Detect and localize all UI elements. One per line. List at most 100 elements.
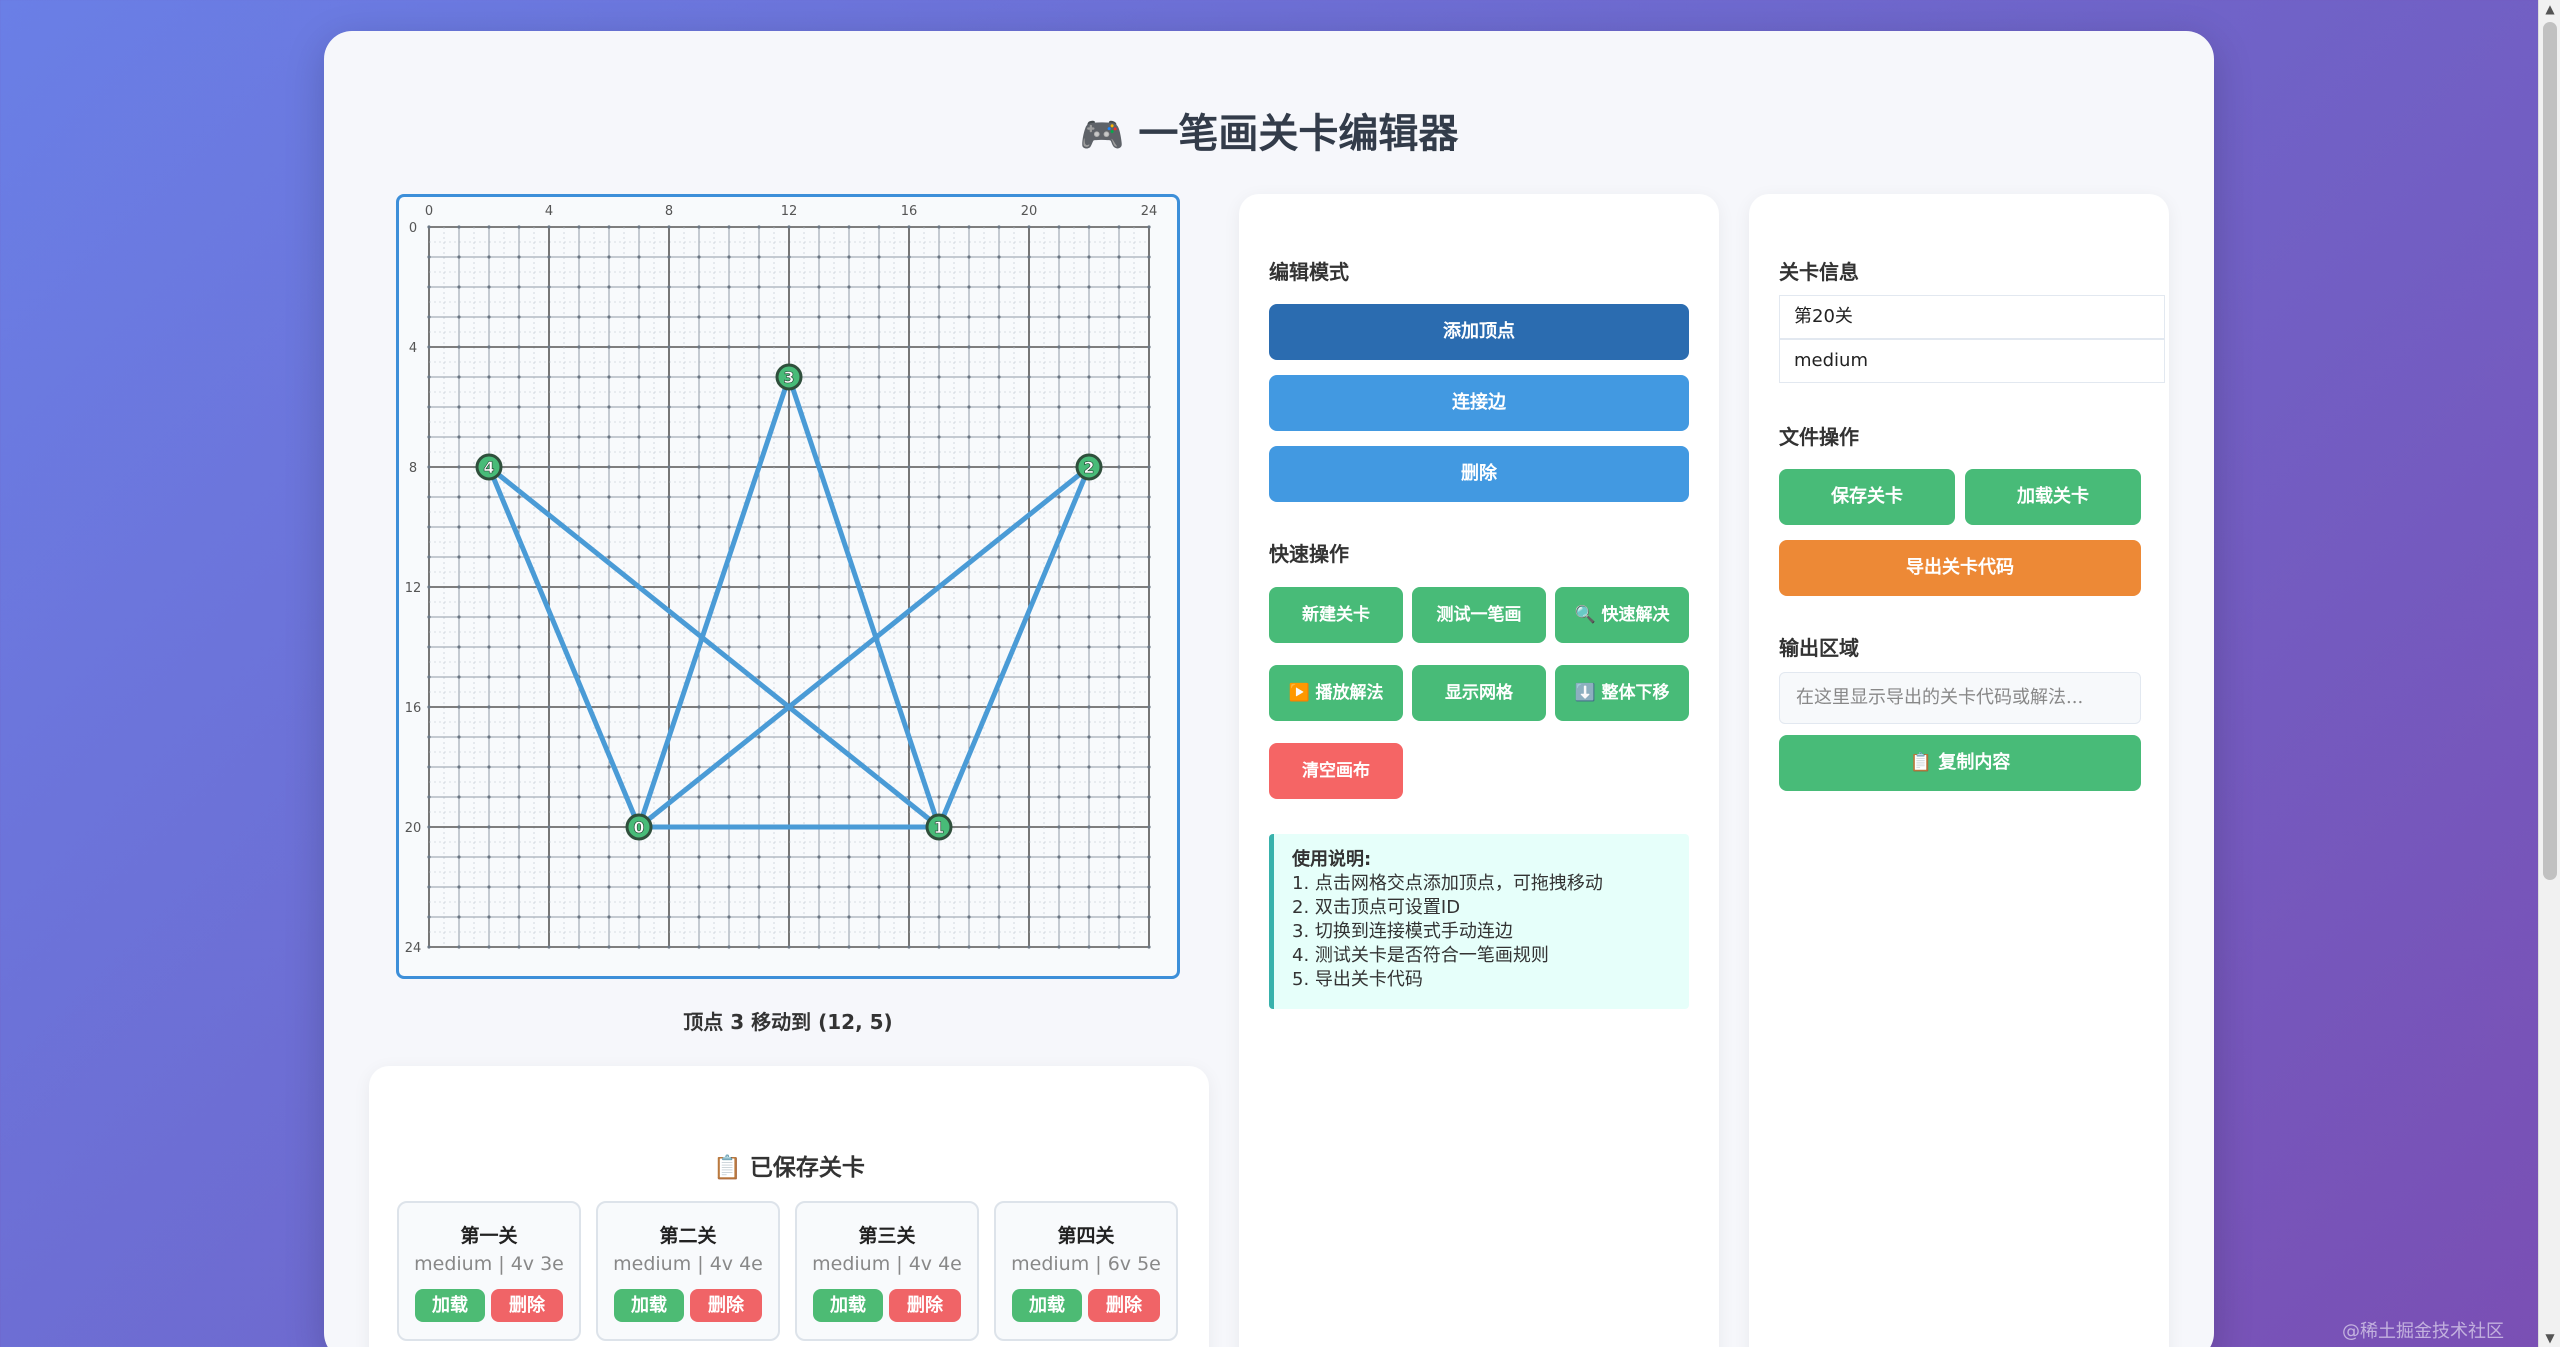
grid-dot — [1087, 255, 1091, 259]
grid-dot — [1027, 915, 1031, 919]
delete-mode-button[interactable]: 删除 — [1269, 446, 1689, 502]
scroll-up-icon[interactable]: ▲ — [2539, 0, 2560, 18]
grid-dot — [637, 705, 641, 709]
difficulty-input[interactable] — [1779, 339, 2165, 383]
grid-dot — [457, 255, 461, 259]
grid-dot — [487, 435, 491, 439]
grid-dot — [427, 465, 431, 469]
page-scrollbar[interactable]: ▲ ▼ — [2538, 0, 2560, 1347]
delete-level-button[interactable]: 删除 — [690, 1289, 762, 1322]
grid-dot — [727, 945, 731, 949]
grid-dot — [937, 885, 941, 889]
grid-dot — [1027, 945, 1031, 949]
grid-dot — [607, 555, 611, 559]
grid-dot — [1057, 435, 1061, 439]
load-level-button[interactable]: 加载 — [614, 1289, 684, 1322]
grid-dot — [727, 885, 731, 889]
grid-dot — [577, 585, 581, 589]
grid-dot — [937, 405, 941, 409]
grid-dot — [577, 465, 581, 469]
delete-level-button[interactable]: 删除 — [889, 1289, 961, 1322]
grid-svg[interactable]: 00448812121616202024240 1234 — [399, 197, 1177, 976]
grid-dot — [697, 495, 701, 499]
copy-content-button[interactable]: 📋 复制内容 — [1779, 735, 2141, 791]
scroll-down-icon[interactable]: ▼ — [2539, 1329, 2560, 1347]
grid-dot — [1147, 615, 1151, 619]
grid-dot — [1087, 375, 1091, 379]
grid-dot — [607, 885, 611, 889]
delete-level-button[interactable]: 删除 — [491, 1289, 563, 1322]
load-level-button[interactable]: 加载 — [813, 1289, 883, 1322]
grid-dot — [1117, 435, 1121, 439]
scrollbar-thumb[interactable] — [2543, 22, 2557, 880]
grid-dot — [967, 795, 971, 799]
grid-dot — [517, 435, 521, 439]
grid-dot — [517, 225, 521, 229]
grid-dot — [607, 615, 611, 619]
add-vertex-button[interactable]: 添加顶点 — [1269, 304, 1689, 360]
grid-dot — [427, 255, 431, 259]
grid-dot — [997, 525, 1001, 529]
export-code-button[interactable]: 导出关卡代码 — [1779, 540, 2141, 596]
clear-canvas-button[interactable]: 清空画布 — [1269, 743, 1403, 799]
grid-dot — [637, 375, 641, 379]
y-tick-label: 12 — [405, 581, 422, 596]
grid-dot — [577, 495, 581, 499]
grid-dot — [1087, 825, 1091, 829]
show-grid-button[interactable]: 显示网格 — [1412, 665, 1546, 721]
grid-dot — [457, 705, 461, 709]
grid-dot — [457, 885, 461, 889]
grid-dot — [1027, 675, 1031, 679]
grid-dot — [877, 945, 881, 949]
quick-solve-button[interactable]: 🔍 快速解决 — [1555, 587, 1689, 643]
grid-dot — [877, 225, 881, 229]
grid-dot — [427, 825, 431, 829]
test-level-button[interactable]: 测试一笔画 — [1412, 587, 1546, 643]
grid-dot — [667, 705, 671, 709]
edit-panel: 编辑模式 添加顶点 连接边 删除 快速操作 新建关卡 测试一笔画 🔍 快速解决 … — [1239, 194, 1719, 1347]
load-level-button[interactable]: 加载 — [415, 1289, 485, 1322]
grid-dot — [757, 225, 761, 229]
grid-dot — [607, 795, 611, 799]
grid-dot — [667, 285, 671, 289]
grid-dot — [877, 555, 881, 559]
grid-dot — [727, 525, 731, 529]
grid-dot — [697, 525, 701, 529]
grid-dot — [427, 885, 431, 889]
delete-level-button[interactable]: 删除 — [1088, 1289, 1160, 1322]
grid-dot — [817, 795, 821, 799]
grid-dot — [517, 825, 521, 829]
grid-dot — [1057, 765, 1061, 769]
grid-dot — [667, 765, 671, 769]
grid-dot — [457, 225, 461, 229]
output-textarea[interactable]: 在这里显示导出的关卡代码或解法... — [1779, 672, 2141, 724]
grid-dot — [1147, 765, 1151, 769]
editor-canvas[interactable]: 0 0 4 4 8 8 12 12 16 16 20 20 24 24 0 1 2 3 4 — [396, 194, 1180, 979]
grid-dot — [577, 225, 581, 229]
save-level-button[interactable]: 保存关卡 — [1779, 469, 1955, 525]
shift-down-button[interactable]: ⬇️ 整体下移 — [1555, 665, 1689, 721]
x-tick-label: 4 — [545, 204, 553, 219]
grid-dot — [1087, 795, 1091, 799]
grid-dot — [487, 375, 491, 379]
grid-dot — [997, 555, 1001, 559]
grid-dot — [937, 525, 941, 529]
grid-dot — [1027, 705, 1031, 709]
load-level-button[interactable]: 加载 — [1012, 1289, 1082, 1322]
connect-edge-button[interactable]: 连接边 — [1269, 375, 1689, 431]
page-title: 🎮 一笔画关卡编辑器 — [324, 101, 2214, 159]
grid-dot — [817, 285, 821, 289]
grid-dot — [817, 495, 821, 499]
level-name-input[interactable] — [1779, 295, 2165, 339]
grid-dot — [577, 855, 581, 859]
new-level-button[interactable]: 新建关卡 — [1269, 587, 1403, 643]
load-level-file-button[interactable]: 加载关卡 — [1965, 469, 2141, 525]
grid-dot — [1057, 255, 1061, 259]
grid-dot — [637, 915, 641, 919]
grid-dot — [457, 345, 461, 349]
grid-dot — [457, 585, 461, 589]
grid-dot — [727, 855, 731, 859]
play-solution-button[interactable]: ▶️ 播放解法 — [1269, 665, 1403, 721]
grid-dot — [457, 555, 461, 559]
grid-dot — [637, 615, 641, 619]
